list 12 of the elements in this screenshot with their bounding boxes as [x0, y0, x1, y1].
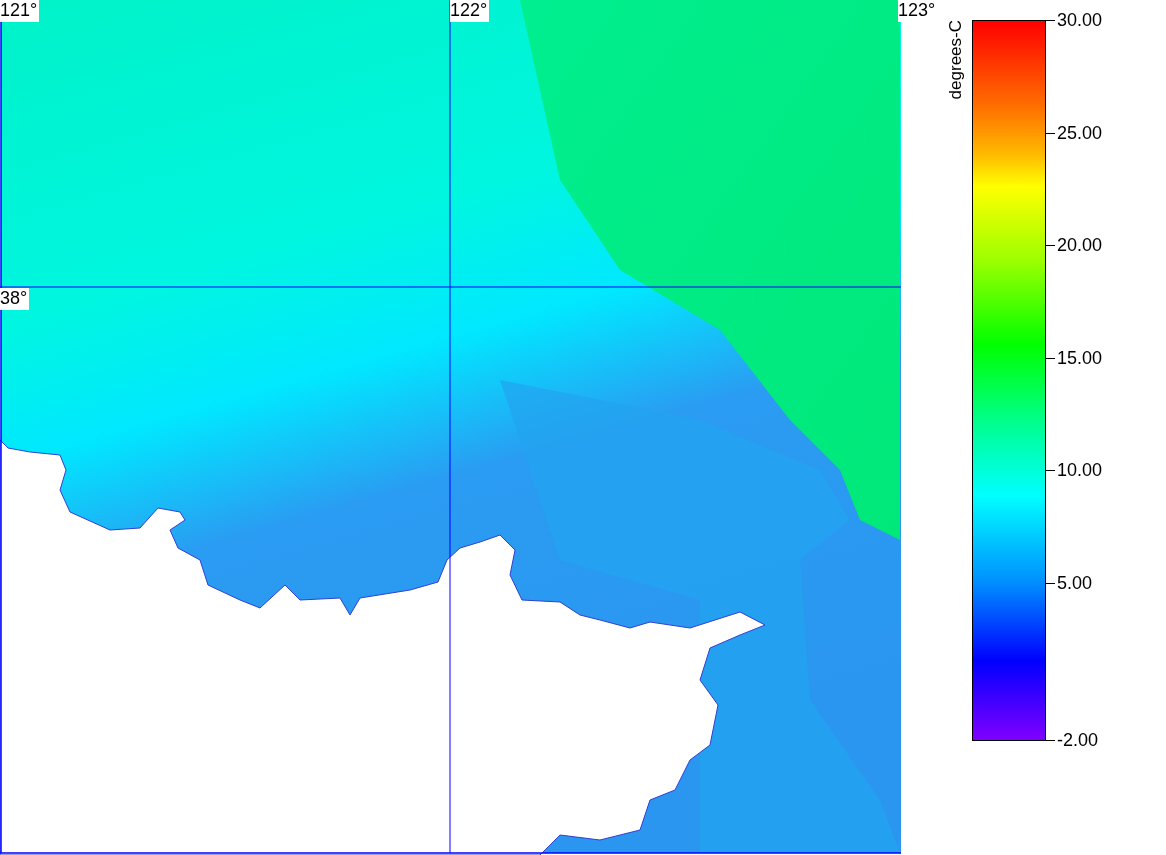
longitude-label: 122° — [450, 0, 490, 22]
longitude-label: 121° — [0, 0, 40, 22]
scale-tick-label: 20.00 — [1057, 235, 1103, 255]
scale-tick-label: 5.00 — [1057, 572, 1093, 593]
colorbar-title: degrees-C — [946, 20, 966, 100]
scale-tick-label: 30.00 — [1057, 10, 1103, 30]
longitude-label: 123° — [898, 0, 938, 22]
scale-tick-label: 15.00 — [1057, 347, 1103, 368]
scale-tick-label: -2.00 — [1057, 730, 1099, 750]
latitude-label: 38° — [0, 288, 30, 310]
scale-tick-label: 10.00 — [1057, 460, 1103, 480]
scale-tick-label: 25.00 — [1057, 122, 1103, 143]
